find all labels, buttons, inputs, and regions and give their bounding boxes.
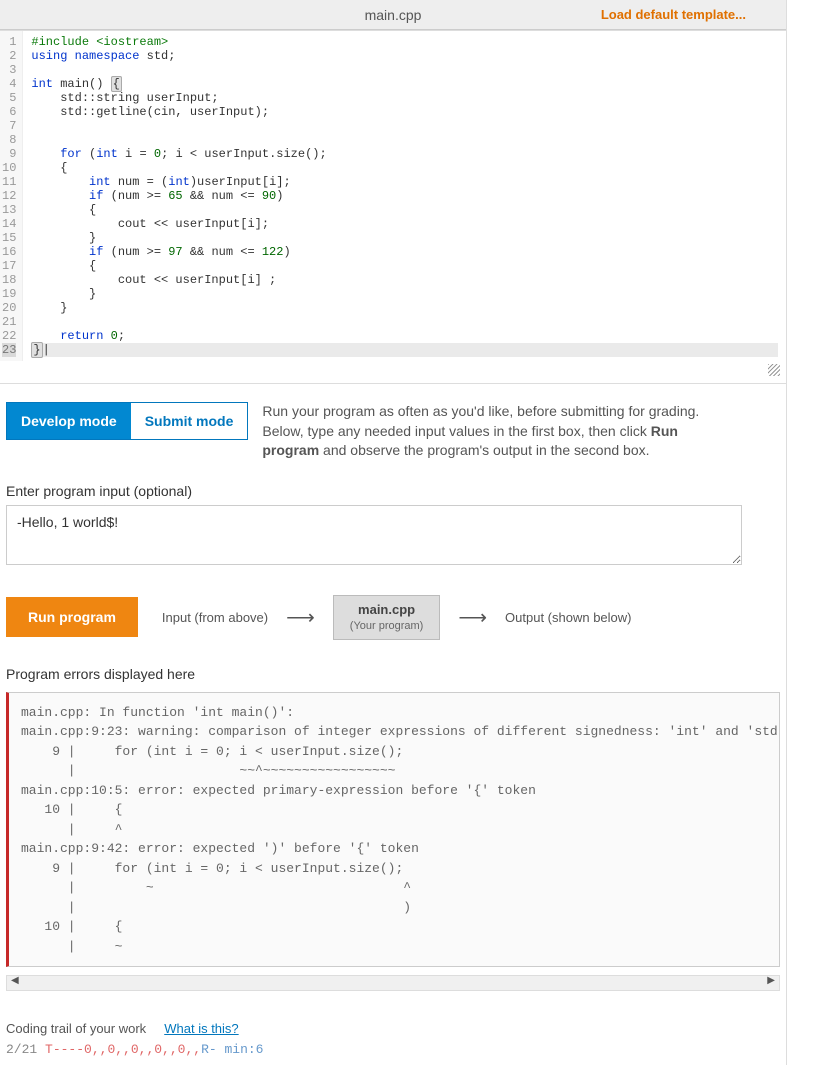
coding-trail-label: Coding trail of your work	[6, 1021, 146, 1036]
mode-description: Run your program as often as you'd like,…	[262, 402, 780, 461]
line-number-gutter: 1234567891011121314151617181920212223	[0, 31, 23, 361]
submit-mode-button[interactable]: Submit mode	[131, 403, 248, 439]
code-editor[interactable]: 1234567891011121314151617181920212223 #i…	[0, 30, 786, 384]
develop-mode-button[interactable]: Develop mode	[7, 403, 131, 439]
errors-scrollbar[interactable]	[6, 975, 780, 991]
coding-trail-row: Coding trail of your work What is this?	[0, 1011, 786, 1040]
coding-trail-data: 2/21 T----0,,0,,0,,0,,0,,R- min:6	[0, 1040, 786, 1065]
what-is-this-link[interactable]: What is this?	[164, 1021, 238, 1036]
editor-tabbar: main.cpp Load default template...	[0, 0, 786, 30]
arrow-icon: ⟶	[458, 605, 487, 630]
arrow-icon: ⟶	[286, 605, 315, 630]
flow-input-label: Input (from above)	[162, 610, 268, 625]
mode-toggle: Develop mode Submit mode	[6, 402, 248, 440]
flow-output-label: Output (shown below)	[505, 610, 631, 625]
program-input-textarea[interactable]: -Hello, 1 world$!	[6, 505, 742, 565]
load-template-link[interactable]: Load default template...	[601, 7, 746, 22]
code-area[interactable]: #include <iostream>using namespace std;i…	[23, 31, 786, 361]
run-flow-diagram: Input (from above) ⟶ main.cpp (Your prog…	[162, 595, 632, 640]
run-program-button[interactable]: Run program	[6, 597, 138, 637]
errors-output: main.cpp: In function 'int main()': main…	[6, 692, 780, 968]
editor-resize-handle[interactable]	[0, 361, 786, 383]
errors-heading: Program errors displayed here	[0, 660, 786, 688]
right-sidebar	[786, 0, 836, 1065]
filename-tab: main.cpp	[365, 7, 422, 23]
program-input-label: Enter program input (optional)	[0, 479, 786, 505]
flow-program-box: main.cpp (Your program)	[333, 595, 441, 640]
